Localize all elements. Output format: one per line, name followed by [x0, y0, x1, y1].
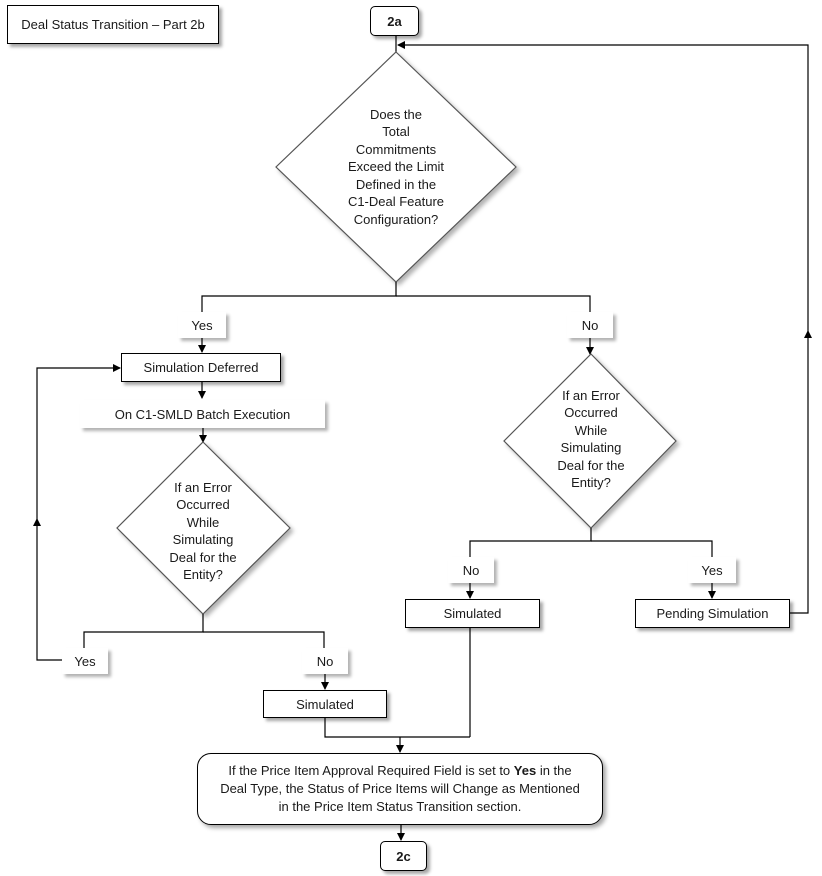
branch-label-left-no: No	[302, 648, 348, 674]
decision-line: Entity?	[571, 475, 611, 490]
decision-line: Entity?	[183, 567, 223, 582]
note-text: If the Price Item Approval Required Fiel…	[214, 762, 586, 816]
line-simulated-left-merge	[324, 717, 470, 738]
decision-line: Defined in the	[355, 176, 437, 192]
connector-end[interactable]: 2c	[380, 841, 427, 871]
decision-error-right-text: If an Error Occurred While Simulating De…	[541, 384, 641, 494]
decision-line: Does the	[369, 106, 423, 122]
decision-line: While	[186, 514, 220, 530]
price-item-approval-note: If the Price Item Approval Required Fiel…	[197, 753, 603, 825]
state-simulated-right[interactable]: Simulated	[405, 599, 540, 628]
branch-label-text: No	[316, 653, 334, 669]
decision-error-left-text: If an Error Occurred While Simulating De…	[153, 476, 253, 586]
decision-line: If an Error	[174, 479, 232, 495]
loop-up-arrowhead	[33, 518, 41, 526]
decision-total-commitments-text: Does the Total Commitments Exceed the Li…	[326, 102, 466, 232]
branch-label-text: No	[462, 562, 480, 578]
diagram-title-text: Deal Status Transition – Part 2b	[21, 17, 205, 32]
connector-start[interactable]: 2a	[370, 6, 419, 36]
decision-line: Total	[382, 124, 410, 140]
state-pending-simulation[interactable]: Pending Simulation	[635, 599, 790, 628]
decision-line: Simulating	[560, 440, 622, 455]
line-right-no	[469, 528, 592, 557]
line-right-yes	[591, 540, 713, 557]
decision-line: Exceed the Limit	[347, 159, 445, 175]
line-main-no	[396, 295, 591, 312]
connector-end-label: 2c	[396, 848, 411, 864]
connector-start-label: 2a	[387, 13, 402, 29]
line-left-no	[203, 631, 325, 648]
branch-label-main-yes: Yes	[178, 312, 226, 338]
decision-line: Configuration?	[353, 211, 439, 227]
decision-line: If an Error	[562, 387, 620, 403]
decision-line: Deal for the	[169, 549, 237, 565]
state-simulated-left[interactable]: Simulated	[263, 690, 387, 718]
loop-right-up-arrowhead	[804, 330, 812, 338]
line-left-yes	[83, 614, 204, 648]
branch-label-right-no: No	[448, 557, 494, 583]
decision-line: Occurred	[176, 497, 230, 512]
state-simulation-deferred[interactable]: Simulation Deferred	[121, 353, 281, 382]
state-label: Simulated	[443, 606, 502, 621]
decision-line: C1-Deal Feature	[347, 194, 445, 210]
state-label: Simulation Deferred	[143, 360, 259, 375]
branch-label-text: Yes	[191, 317, 213, 333]
branch-label-text: Yes	[701, 562, 723, 578]
decision-line: Commitments	[355, 141, 437, 157]
branch-label-main-no: No	[567, 312, 613, 338]
state-label: Simulated	[296, 696, 354, 712]
note-text-part: If the Price Item Approval Required Fiel…	[228, 763, 514, 778]
branch-label-left-yes: Yes	[62, 648, 108, 674]
decision-line: Deal for the	[557, 457, 625, 473]
decision-line: Occurred	[564, 405, 618, 420]
line-main-yes	[201, 282, 397, 312]
event-label: On C1-SMLD Batch Execution	[114, 406, 291, 422]
decision-line: Simulating	[172, 532, 234, 547]
decision-line: While	[574, 422, 608, 438]
event-batch-execution: On C1-SMLD Batch Execution	[80, 400, 325, 428]
note-text-bold: Yes	[513, 763, 537, 778]
branch-label-right-yes: Yes	[688, 557, 736, 583]
branch-label-text: Yes	[74, 653, 96, 669]
state-label: Pending Simulation	[656, 606, 769, 621]
diagram-title: Deal Status Transition – Part 2b	[7, 5, 219, 44]
branch-label-text: No	[581, 317, 599, 333]
flowchart-canvas: Deal Status Transition – Part 2b 2a Does…	[0, 0, 822, 876]
